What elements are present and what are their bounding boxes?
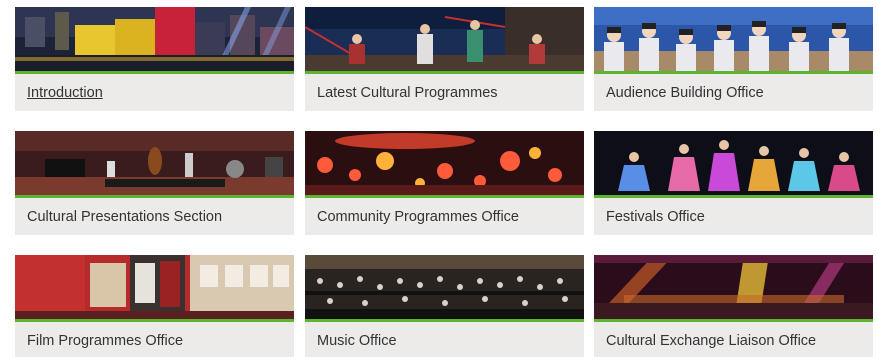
lantern-festival-image[interactable] bbox=[305, 131, 584, 198]
card-label[interactable]: Music Office bbox=[305, 322, 584, 357]
dancers-costume-performance-image[interactable] bbox=[594, 131, 873, 198]
card-film-programmes-office[interactable]: Film Programmes Office bbox=[15, 255, 294, 357]
chinese-opera-performers-image[interactable] bbox=[305, 7, 584, 74]
card-label[interactable]: Audience Building Office bbox=[594, 74, 873, 111]
card-cultural-exchange-liaison-office[interactable]: Cultural Exchange Liaison Office bbox=[594, 255, 873, 357]
harbour-night-light-show-image[interactable] bbox=[15, 7, 294, 74]
card-label[interactable]: Latest Cultural Programmes bbox=[305, 74, 584, 111]
children-audience-image[interactable] bbox=[594, 7, 873, 74]
card-label[interactable]: Festivals Office bbox=[594, 198, 873, 235]
film-exhibition-image[interactable] bbox=[15, 255, 294, 322]
orchestra-concert-image[interactable] bbox=[305, 255, 584, 322]
card-label[interactable]: Introduction bbox=[15, 74, 294, 111]
card-introduction[interactable]: Introduction bbox=[15, 7, 294, 111]
card-festivals-office[interactable]: Festivals Office bbox=[594, 131, 873, 235]
card-label[interactable]: Cultural Exchange Liaison Office bbox=[594, 322, 873, 357]
card-audience-building-office[interactable]: Audience Building Office bbox=[594, 7, 873, 111]
card-music-office[interactable]: Music Office bbox=[305, 255, 584, 357]
card-label[interactable]: Community Programmes Office bbox=[305, 198, 584, 235]
card-latest-cultural-programmes[interactable]: Latest Cultural Programmes bbox=[305, 7, 584, 111]
card-label[interactable]: Cultural Presentations Section bbox=[15, 198, 294, 235]
office-card-grid: Introduction Latest Cultural Programmes … bbox=[0, 0, 877, 357]
card-community-programmes-office[interactable]: Community Programmes Office bbox=[305, 131, 584, 235]
jazz-band-stage-image[interactable] bbox=[15, 131, 294, 198]
card-cultural-presentations-section[interactable]: Cultural Presentations Section bbox=[15, 131, 294, 235]
card-label[interactable]: Film Programmes Office bbox=[15, 322, 294, 357]
concert-stage-lights-image[interactable] bbox=[594, 255, 873, 322]
